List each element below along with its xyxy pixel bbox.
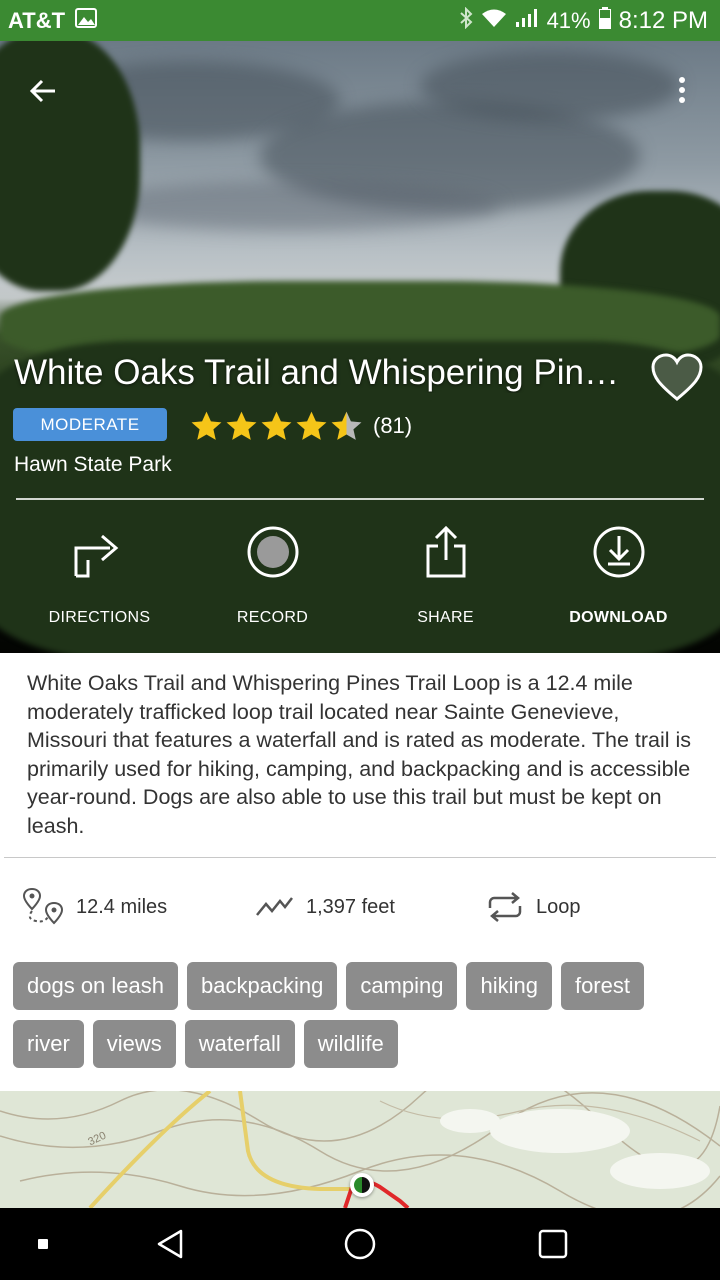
- action-bar: DIRECTIONS RECORD SHARE DOWNLOAD: [0, 521, 720, 631]
- record-button[interactable]: RECORD: [186, 521, 359, 627]
- tag-chip[interactable]: hiking: [466, 962, 552, 1010]
- tag-chip[interactable]: dogs on leash: [13, 962, 178, 1010]
- trail-hero-photo: White Oaks Trail and Whispering Pin… MOD…: [0, 41, 720, 653]
- directions-button[interactable]: DIRECTIONS: [13, 521, 186, 627]
- system-nav-bar: [0, 1208, 720, 1280]
- rating-count: (81): [373, 413, 413, 438]
- clock: 8:12 PM: [618, 6, 708, 34]
- route-type-stat: Loop: [486, 884, 581, 930]
- difficulty-badge: MODERATE: [13, 408, 167, 441]
- trail-stats: 12.4 miles 1,397 feet Loop: [0, 884, 720, 930]
- image-notification-icon: [75, 7, 98, 34]
- share-button[interactable]: SHARE: [359, 521, 532, 627]
- nav-home-icon[interactable]: [330, 1208, 390, 1280]
- tag-chip[interactable]: wildlife: [303, 1020, 398, 1068]
- divider: [4, 857, 716, 858]
- nav-back-icon[interactable]: [140, 1208, 200, 1280]
- trail-title: White Oaks Trail and Whispering Pin…: [14, 353, 619, 392]
- distance-stat: 12.4 miles: [22, 884, 167, 930]
- star-icon: [296, 411, 327, 440]
- directions-icon: [13, 521, 186, 583]
- favorite-heart-icon[interactable]: [650, 353, 704, 403]
- star-rating: (81): [190, 408, 412, 444]
- tag-chip[interactable]: forest: [560, 962, 644, 1010]
- download-icon: [532, 521, 705, 583]
- tag-chip[interactable]: waterfall: [184, 1020, 295, 1068]
- carrier-label: AT&T: [8, 7, 66, 33]
- star-icon: [331, 411, 362, 440]
- nav-dot-icon[interactable]: [30, 1208, 56, 1280]
- tag-chip[interactable]: backpacking: [187, 962, 338, 1010]
- signal-icon: [515, 8, 539, 34]
- battery-percent: 41%: [546, 7, 591, 33]
- trail-description: White Oaks Trail and Whispering Pines Tr…: [27, 671, 692, 838]
- elevation-value: 1,397 feet: [306, 895, 395, 918]
- elevation-icon: [256, 895, 294, 919]
- star-icon: [226, 411, 257, 440]
- trail-map-preview[interactable]: 320: [0, 1091, 720, 1208]
- elevation-stat: 1,397 feet: [256, 884, 395, 930]
- trailhead-marker-icon: [350, 1173, 374, 1197]
- tag-list: dogs on leash backpacking camping hiking…: [13, 962, 713, 1078]
- record-icon: [186, 521, 359, 583]
- bluetooth-icon: [459, 6, 473, 35]
- status-bar: AT&T 41% 8:12 PM: [0, 0, 720, 41]
- route-distance-icon: [22, 887, 64, 927]
- distance-value: 12.4 miles: [76, 895, 168, 918]
- share-icon: [359, 521, 532, 583]
- directions-label: DIRECTIONS: [48, 609, 151, 626]
- download-button[interactable]: DOWNLOAD: [532, 521, 705, 627]
- more-options-icon[interactable]: [672, 73, 692, 113]
- nav-recents-icon[interactable]: [523, 1208, 583, 1280]
- tag-chip[interactable]: river: [13, 1020, 84, 1068]
- wifi-icon: [481, 8, 507, 34]
- battery-icon: [598, 6, 611, 35]
- back-arrow-icon[interactable]: [28, 75, 68, 115]
- share-label: SHARE: [417, 609, 474, 626]
- route-type-value: Loop: [536, 895, 581, 918]
- loop-icon: [486, 892, 524, 922]
- record-label: RECORD: [236, 609, 309, 626]
- star-icon: [261, 411, 292, 440]
- tag-chip[interactable]: camping: [346, 962, 458, 1010]
- tag-chip[interactable]: views: [92, 1020, 176, 1068]
- download-label: DOWNLOAD: [569, 609, 668, 626]
- divider: [16, 498, 704, 500]
- park-name[interactable]: Hawn State Park: [14, 453, 172, 477]
- star-icon: [191, 411, 222, 440]
